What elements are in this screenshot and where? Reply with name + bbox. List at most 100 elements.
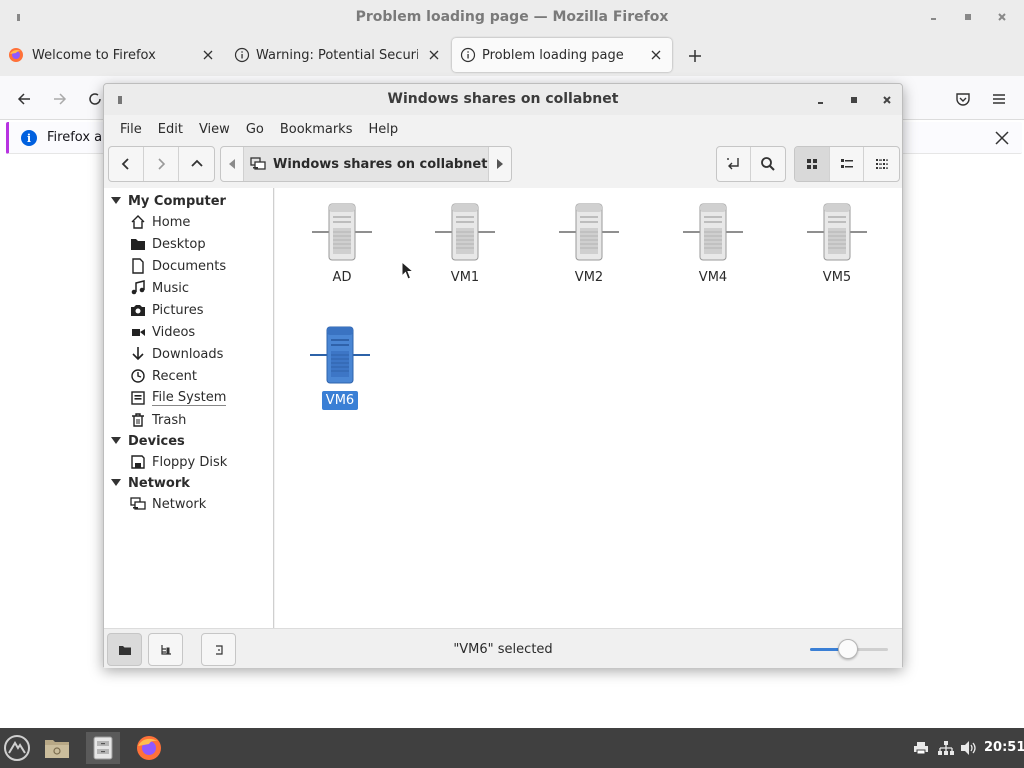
tab-problem-loading[interactable]: Problem loading page — [452, 38, 672, 72]
menu-edit[interactable]: Edit — [150, 122, 191, 137]
sidebar-item-label: File System — [152, 390, 227, 406]
share-item-vm2[interactable]: VM2 — [549, 202, 629, 287]
triangle-left-icon — [229, 159, 235, 169]
sidebar-item-trash[interactable]: Trash — [130, 410, 186, 430]
taskbar-file-manager-launcher[interactable] — [40, 732, 74, 764]
search-button[interactable] — [751, 147, 785, 181]
network-status-icon[interactable] — [937, 739, 955, 757]
close-button[interactable] — [988, 6, 1016, 28]
menu-view[interactable]: View — [191, 122, 238, 137]
chevron-up-icon — [190, 159, 203, 167]
arrow-right-icon — [54, 93, 67, 105]
firefox-tab-bar: Welcome to Firefox Warning: Potential Se… — [0, 34, 1024, 76]
places-sidebar: My Computer Home Desktop Documents Music… — [104, 188, 274, 628]
sidebar-item-file-system[interactable]: File System — [130, 388, 227, 408]
menu-bookmarks[interactable]: Bookmarks — [272, 122, 361, 137]
sidebar-item-floppy-disk[interactable]: Floppy Disk — [130, 452, 227, 472]
sidebar-item-label: Trash — [152, 412, 187, 428]
app-menu-button[interactable] — [988, 88, 1010, 110]
floppy-icon — [131, 455, 145, 469]
sidebar-heading-network[interactable]: Network — [104, 473, 190, 493]
share-item-vm1[interactable]: VM1 — [425, 202, 505, 287]
server-icon — [312, 203, 372, 261]
music-icon — [131, 280, 145, 295]
tab-close-button[interactable] — [200, 47, 216, 63]
menu-go[interactable]: Go — [238, 122, 272, 137]
reload-icon — [89, 93, 101, 105]
share-item-vm4[interactable]: VM4 — [673, 202, 753, 287]
sidebar-item-label: Music — [152, 280, 189, 296]
tab-label: Problem loading page — [482, 47, 624, 63]
sidebar-item-music[interactable]: Music — [130, 278, 189, 298]
close-icon — [651, 50, 661, 60]
home-icon — [131, 215, 145, 229]
share-item-vm6[interactable]: VM6 — [300, 325, 380, 410]
clock[interactable]: 20:51 — [984, 740, 1024, 755]
minimize-button[interactable] — [920, 6, 948, 28]
breadcrumb[interactable]: Windows shares on collabnet — [243, 147, 489, 181]
back-button[interactable] — [13, 88, 35, 110]
path-scroll-right-button[interactable] — [489, 147, 511, 181]
server-icon — [807, 203, 867, 261]
tab-close-button[interactable] — [426, 47, 442, 63]
status-bar: "VM6" selected — [104, 628, 902, 668]
minimize-button[interactable] — [810, 89, 832, 111]
taskbar-firefox-window[interactable] — [132, 732, 166, 764]
compact-view-button[interactable] — [864, 147, 899, 181]
icon-view[interactable]: AD VM1 VM2 VM4 VM5 VM6 — [275, 188, 902, 628]
sidebar-item-network[interactable]: Network — [130, 494, 206, 514]
server-icon — [683, 203, 743, 261]
file-manager-titlebar[interactable]: Windows shares on collabnet — [104, 84, 902, 115]
hamburger-menu-icon — [993, 94, 1005, 104]
server-icon — [310, 326, 370, 384]
close-button[interactable] — [876, 89, 898, 111]
maximize-icon — [851, 97, 857, 103]
window-menu-icon[interactable] — [12, 10, 24, 24]
printer-icon[interactable] — [912, 739, 930, 757]
tab-close-button[interactable] — [648, 47, 664, 63]
sidebar-item-downloads[interactable]: Downloads — [130, 344, 223, 364]
up-button[interactable] — [179, 147, 214, 181]
tab-security-warning[interactable]: Warning: Potential Security — [226, 38, 450, 72]
share-item-ad[interactable]: AD — [302, 202, 382, 287]
share-label: VM4 — [698, 270, 728, 285]
volume-icon[interactable] — [960, 739, 978, 757]
forward-button[interactable] — [144, 147, 179, 181]
expander-down-icon — [111, 437, 121, 444]
toggle-location-button[interactable] — [717, 147, 752, 181]
video-icon — [132, 329, 145, 336]
zoom-slider[interactable] — [810, 639, 890, 659]
info-icon: i — [21, 130, 37, 146]
sidebar-item-videos[interactable]: Videos — [130, 322, 195, 342]
taskbar: 20:51 — [0, 728, 1024, 768]
sidebar-heading-devices[interactable]: Devices — [104, 431, 185, 451]
path-bar: Windows shares on collabnet — [220, 146, 512, 182]
sidebar-item-documents[interactable]: Documents — [130, 256, 226, 276]
start-menu-button[interactable] — [0, 732, 34, 764]
forward-button[interactable] — [49, 88, 71, 110]
zoom-slider-handle[interactable] — [838, 639, 858, 659]
network-computer-icon — [250, 157, 266, 170]
list-view-button[interactable] — [830, 147, 865, 181]
new-tab-button[interactable] — [684, 45, 706, 67]
menu-file[interactable]: File — [112, 122, 150, 137]
pocket-button[interactable] — [952, 88, 974, 110]
maximize-button[interactable] — [954, 6, 982, 28]
maximize-button[interactable] — [843, 89, 865, 111]
path-scroll-left-button[interactable] — [221, 147, 243, 181]
expander-down-icon — [111, 197, 121, 204]
sidebar-item-desktop[interactable]: Desktop — [130, 234, 206, 254]
back-button[interactable] — [109, 147, 144, 181]
tab-welcome[interactable]: Welcome to Firefox — [0, 38, 224, 72]
share-item-vm5[interactable]: VM5 — [797, 202, 877, 287]
sidebar-heading-my-computer[interactable]: My Computer — [104, 191, 226, 211]
sidebar-item-home[interactable]: Home — [130, 212, 190, 232]
firefox-titlebar: Problem loading page — Mozilla Firefox — [0, 0, 1024, 34]
sidebar-item-recent[interactable]: Recent — [130, 366, 197, 386]
arrow-left-icon — [17, 93, 30, 105]
menu-help[interactable]: Help — [360, 122, 406, 137]
sidebar-item-pictures[interactable]: Pictures — [130, 300, 203, 320]
icon-view-button[interactable] — [795, 147, 830, 181]
notification-close-button[interactable] — [994, 130, 1010, 146]
taskbar-file-manager-window[interactable] — [86, 732, 120, 764]
